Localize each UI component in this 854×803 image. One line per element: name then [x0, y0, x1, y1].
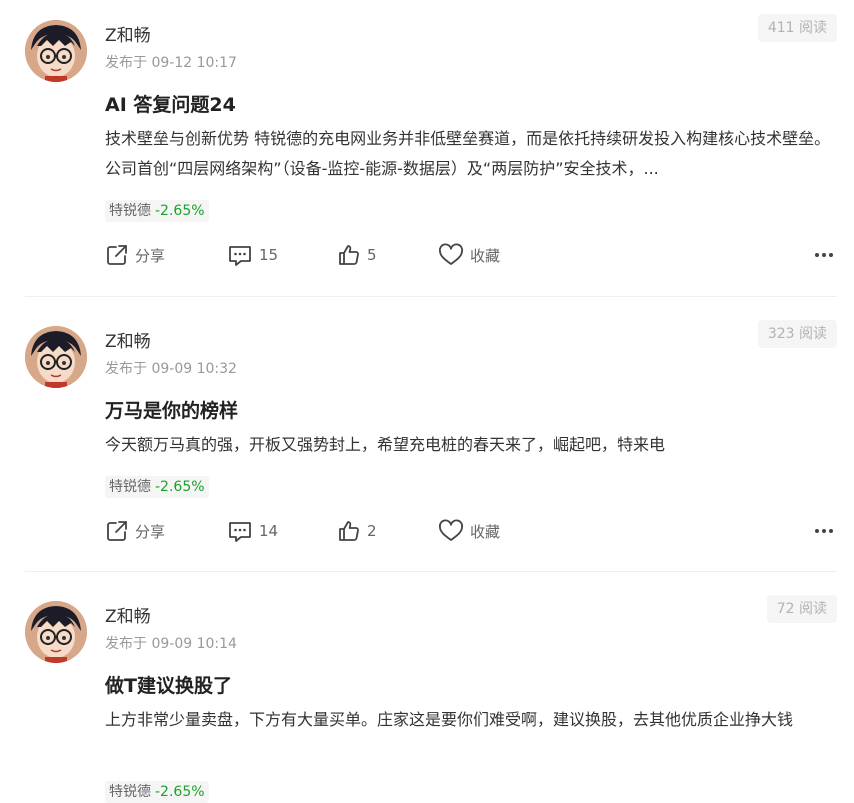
- stock-name: 特锐德: [109, 203, 151, 219]
- share-label: 分享: [135, 522, 166, 541]
- post-title[interactable]: AI 答复问题24: [105, 90, 236, 117]
- stock-name: 特锐德: [109, 479, 151, 495]
- post-card[interactable]: Z和畅 发布于 09-09 10:14 72 阅读 做T建议换股了 上方非常少量…: [0, 581, 854, 803]
- action-bar: 分享 15 5 收藏: [0, 240, 854, 270]
- author-name[interactable]: Z和畅: [105, 327, 151, 352]
- post-title[interactable]: 做T建议换股了: [105, 671, 232, 698]
- post-body[interactable]: 上方非常少量卖盘，下方有大量买单。庄家这是要你们难受啊，建议换股，去其他优质企业…: [105, 705, 841, 735]
- post-card[interactable]: Z和畅 发布于 09-09 10:32 323 阅读 万马是你的榜样 今天额万马…: [0, 306, 854, 571]
- post-time: 发布于 09-12 10:17: [105, 55, 237, 71]
- post-feed: Z和畅 发布于 09-12 10:17 411 阅读 AI 答复问题24 技术壁…: [0, 0, 854, 803]
- like-button[interactable]: 2: [337, 516, 377, 546]
- more-dots-icon: [815, 253, 833, 257]
- thumbs-up-icon: [339, 521, 359, 541]
- author-name[interactable]: Z和畅: [105, 602, 151, 627]
- share-button[interactable]: 分享: [105, 240, 165, 270]
- comment-icon: [229, 246, 251, 266]
- post-time: 发布于 09-09 10:32: [105, 361, 237, 377]
- avatar[interactable]: [25, 326, 87, 388]
- favorite-button[interactable]: 收藏: [438, 516, 500, 546]
- post-body[interactable]: 今天额万马真的强，开板又强势封上，希望充电桩的春天来了，崛起吧，特来电: [105, 430, 841, 460]
- favorite-label: 收藏: [470, 522, 501, 541]
- more-dots-icon: [815, 529, 833, 533]
- stock-change: -2.65%: [155, 479, 205, 495]
- stock-tag[interactable]: 特锐德 -2.65%: [105, 476, 209, 498]
- share-icon: [107, 521, 127, 541]
- favorite-label: 收藏: [470, 246, 501, 265]
- share-label: 分享: [135, 246, 166, 265]
- like-count: 5: [367, 246, 377, 264]
- action-bar: 分享 14 2 收藏: [0, 516, 854, 546]
- read-count-badge: 72 阅读: [766, 595, 837, 623]
- comment-button[interactable]: 15: [227, 240, 278, 270]
- avatar[interactable]: [25, 601, 87, 663]
- like-count: 2: [367, 522, 377, 540]
- avatar[interactable]: [25, 20, 87, 82]
- author-name[interactable]: Z和畅: [105, 21, 151, 46]
- favorite-button[interactable]: 收藏: [438, 240, 500, 270]
- heart-icon: [439, 519, 463, 541]
- comment-count: 15: [259, 246, 279, 264]
- comment-count: 14: [259, 522, 279, 540]
- like-button[interactable]: 5: [337, 240, 377, 270]
- heart-icon: [439, 243, 463, 265]
- stock-tag[interactable]: 特锐德 -2.65%: [105, 200, 209, 222]
- stock-change: -2.65%: [155, 203, 205, 219]
- post-body[interactable]: 技术壁垒与创新优势 特锐德的充电网业务并非低壁垒赛道，而是依托持续研发投入构建核…: [105, 124, 841, 184]
- post-card[interactable]: Z和畅 发布于 09-12 10:17 411 阅读 AI 答复问题24 技术壁…: [0, 0, 854, 296]
- post-divider: [25, 571, 837, 572]
- comment-button[interactable]: 14: [227, 516, 278, 546]
- stock-change: -2.65%: [155, 784, 205, 800]
- read-count-badge: 411 阅读: [757, 14, 837, 42]
- comment-icon: [229, 522, 251, 542]
- stock-tag[interactable]: 特锐德 -2.65%: [105, 781, 209, 803]
- post-time: 发布于 09-09 10:14: [105, 636, 237, 652]
- share-button[interactable]: 分享: [105, 516, 165, 546]
- stock-name: 特锐德: [109, 784, 151, 800]
- share-icon: [107, 245, 127, 265]
- thumbs-up-icon: [339, 245, 359, 265]
- more-button[interactable]: [814, 516, 834, 546]
- post-divider: [25, 296, 837, 297]
- read-count-badge: 323 阅读: [757, 320, 837, 348]
- more-button[interactable]: [814, 240, 834, 270]
- post-title[interactable]: 万马是你的榜样: [105, 396, 238, 423]
